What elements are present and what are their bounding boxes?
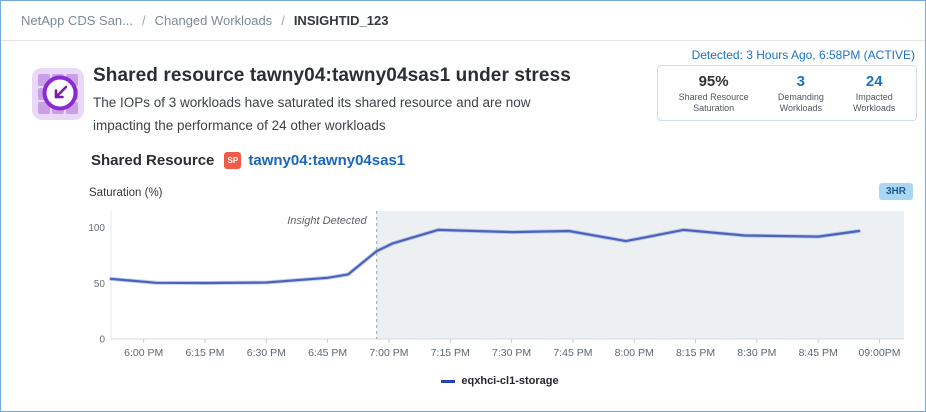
svg-text:7:30 PM: 7:30 PM: [492, 347, 531, 359]
svg-text:6:15 PM: 6:15 PM: [185, 347, 224, 359]
shared-resource-row: Shared Resource SP tawny04:tawny04sas1: [91, 152, 405, 169]
shared-resource-label: Shared Resource: [91, 152, 214, 169]
shared-resource-link[interactable]: tawny04:tawny04sas1: [248, 152, 405, 169]
svg-text:8:15 PM: 8:15 PM: [676, 347, 715, 359]
svg-text:6:45 PM: 6:45 PM: [308, 347, 347, 359]
breadcrumb-item-tenant[interactable]: NetApp CDS San...: [21, 13, 133, 28]
insight-page: NetApp CDS San... / Changed Workloads / …: [0, 0, 926, 412]
insight-stats-box: 95% Shared Resource Saturation 3 Demandi…: [657, 65, 917, 121]
stat-label: Shared Resource Saturation: [679, 92, 749, 114]
breadcrumb-item-changed-workloads[interactable]: Changed Workloads: [155, 13, 273, 28]
saturation-chart[interactable]: 6:00 PM 6:15 PM 6:30 PM 6:45 PM 7:00 PM 7:15 …: [89, 204, 911, 366]
detected-status-text: Detected: 3 Hours Ago, 6:58PM (ACTIVE): [692, 48, 915, 62]
time-range-badge[interactable]: 3HR: [879, 183, 913, 200]
breadcrumb: NetApp CDS San... / Changed Workloads / …: [1, 1, 925, 41]
svg-text:50: 50: [94, 279, 106, 290]
svg-text:8:30 PM: 8:30 PM: [737, 347, 776, 359]
breadcrumb-separator: /: [142, 13, 146, 28]
svg-text:8:00 PM: 8:00 PM: [615, 347, 654, 359]
stat-value: 3: [797, 73, 805, 90]
chart-y-axis-title: Saturation (%): [89, 187, 163, 199]
svg-text:0: 0: [99, 335, 105, 346]
svg-text:6:00 PM: 6:00 PM: [124, 347, 163, 359]
svg-text:7:15 PM: 7:15 PM: [431, 347, 470, 359]
insight-description-line2: impacting the performance of 24 other wo…: [93, 118, 386, 133]
stat-value: 24: [866, 73, 883, 90]
shared-resource-stress-icon: [31, 67, 85, 121]
stat-label: Impacted Workloads: [853, 92, 895, 114]
storage-pool-icon: SP: [224, 152, 241, 169]
legend-swatch: [441, 380, 455, 383]
breadcrumb-separator: /: [281, 13, 285, 28]
stat-value: 95%: [699, 73, 729, 90]
svg-text:Insight Detected: Insight Detected: [287, 215, 367, 227]
stat-impacted-workloads: 24 Impacted Workloads: [853, 73, 895, 114]
breadcrumb-item-insight-id: INSIGHTID_123: [294, 13, 389, 28]
stat-label: Demanding Workloads: [778, 92, 824, 114]
insight-description-line1: The IOPs of 3 workloads have saturated i…: [93, 95, 530, 110]
svg-text:8:45 PM: 8:45 PM: [799, 347, 838, 359]
page-title: Shared resource tawny04:tawny04sas1 unde…: [93, 65, 571, 87]
stat-demanding-workloads: 3 Demanding Workloads: [778, 73, 824, 114]
chart-legend[interactable]: eqxhci-cl1-storage: [89, 375, 911, 387]
svg-text:7:00 PM: 7:00 PM: [369, 347, 408, 359]
svg-text:100: 100: [89, 223, 105, 234]
stat-shared-resource-saturation: 95% Shared Resource Saturation: [679, 73, 749, 114]
svg-text:09:00PM: 09:00PM: [858, 347, 900, 359]
svg-text:6:30 PM: 6:30 PM: [247, 347, 286, 359]
svg-text:7:45 PM: 7:45 PM: [553, 347, 592, 359]
legend-series-label: eqxhci-cl1-storage: [461, 375, 558, 387]
